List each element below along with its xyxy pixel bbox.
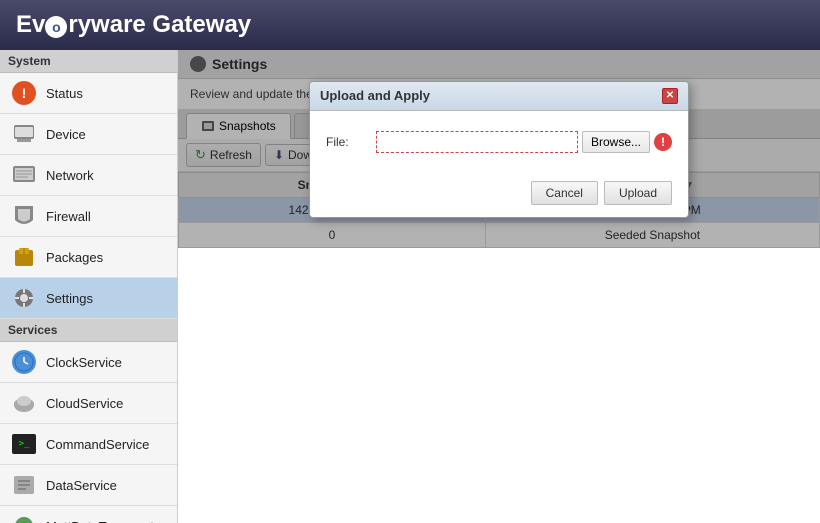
sidebar-item-network-label: Network — [46, 168, 94, 183]
sidebar-item-network[interactable]: Network — [0, 155, 177, 196]
logo-circle: o — [45, 16, 67, 38]
firewall-svg — [13, 204, 35, 228]
sidebar-item-mqttdatatransport-label: MqttDataTransport — [46, 519, 154, 523]
mqtt-service-icon — [10, 512, 38, 523]
main-inner: Settings Review and update the available… — [178, 50, 820, 248]
dialog-header: Upload and Apply ✕ — [310, 82, 688, 111]
dialog-body: File: Browse... ! — [310, 111, 688, 181]
dialog-footer: Cancel Upload — [310, 181, 688, 217]
sidebar-item-cloudservice-label: CloudService — [46, 396, 123, 411]
sidebar-item-commandservice[interactable]: >_ CommandService — [0, 424, 177, 465]
sidebar-item-status[interactable]: ! Status — [0, 73, 177, 114]
sidebar-item-settings[interactable]: Settings — [0, 278, 177, 319]
sidebar-services-header: Services — [0, 319, 177, 342]
file-label: File: — [326, 135, 376, 149]
device-svg — [12, 124, 36, 144]
dialog-close-button[interactable]: ✕ — [662, 88, 678, 104]
sidebar-item-packages-label: Packages — [46, 250, 103, 265]
sidebar-item-status-label: Status — [46, 86, 83, 101]
device-icon — [10, 120, 38, 148]
dialog-overlay: Upload and Apply ✕ File: Browse... ! Can… — [178, 50, 820, 248]
packages-icon — [10, 243, 38, 271]
browse-button[interactable]: Browse... — [582, 131, 650, 153]
sidebar-item-dataservice-label: DataService — [46, 478, 117, 493]
sidebar-item-mqttdatatransport[interactable]: MqttDataTransport — [0, 506, 177, 523]
sidebar: System ! Status Device Network Firewall — [0, 50, 178, 523]
settings-icon — [10, 284, 38, 312]
sidebar-item-device-label: Device — [46, 127, 86, 142]
status-icon: ! — [10, 79, 38, 107]
cloud-service-icon — [10, 389, 38, 417]
app-title: Evoryware Gateway — [16, 11, 251, 39]
sidebar-item-packages[interactable]: Packages — [0, 237, 177, 278]
sidebar-item-settings-label: Settings — [46, 291, 93, 306]
packages-svg — [12, 246, 36, 268]
file-input[interactable] — [376, 131, 578, 153]
firewall-icon — [10, 202, 38, 230]
sidebar-item-device[interactable]: Device — [0, 114, 177, 155]
sidebar-item-firewall-label: Firewall — [46, 209, 91, 224]
dialog-title: Upload and Apply — [320, 88, 430, 103]
command-service-icon: >_ — [10, 430, 38, 458]
upload-button[interactable]: Upload — [604, 181, 672, 205]
sidebar-item-commandservice-label: CommandService — [46, 437, 149, 452]
main-content: Settings Review and update the available… — [178, 50, 820, 523]
data-service-icon — [10, 471, 38, 499]
main-layout: System ! Status Device Network Firewall — [0, 50, 820, 523]
sidebar-item-firewall[interactable]: Firewall — [0, 196, 177, 237]
network-icon — [10, 161, 38, 189]
upload-dialog: Upload and Apply ✕ File: Browse... ! Can… — [309, 81, 689, 218]
sidebar-system-header: System — [0, 50, 177, 73]
warning-icon: ! — [654, 133, 672, 151]
network-svg — [12, 164, 36, 186]
sidebar-item-dataservice[interactable]: DataService — [0, 465, 177, 506]
sidebar-item-clockservice-label: ClockService — [46, 355, 122, 370]
settings-svg — [13, 287, 35, 309]
clock-service-icon — [10, 348, 38, 376]
app-header: Evoryware Gateway — [0, 0, 820, 50]
sidebar-item-clockservice[interactable]: ClockService — [0, 342, 177, 383]
cancel-button[interactable]: Cancel — [531, 181, 598, 205]
sidebar-item-cloudservice[interactable]: CloudService — [0, 383, 177, 424]
file-field: File: Browse... ! — [326, 131, 672, 153]
